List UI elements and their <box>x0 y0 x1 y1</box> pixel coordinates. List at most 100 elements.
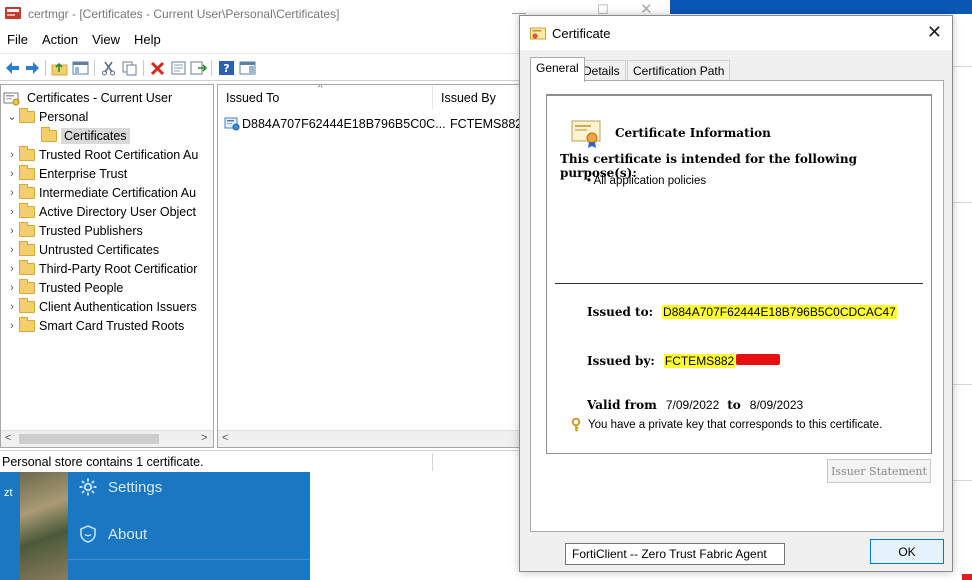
settings-label: Settings <box>108 478 163 496</box>
tree-root-label: Certificates - Current User <box>27 90 173 105</box>
tree-item-client-auth-issuers[interactable]: › Client Authentication Issuers <box>5 297 197 316</box>
tree-item-intermediate[interactable]: › Intermediate Certification Au <box>5 183 196 202</box>
tree-item-label: Certificates <box>61 127 130 144</box>
cell-issued-by: FCTEMS88210 <box>450 116 530 131</box>
chevron-right-icon[interactable]: › <box>5 187 19 199</box>
cut-icon[interactable] <box>100 60 117 76</box>
chevron-right-icon[interactable]: › <box>5 149 19 161</box>
issued-to-label: Issued to: <box>587 305 654 319</box>
forticlient-divider <box>68 559 310 560</box>
tree-item-label: Trusted Root Certification Au <box>39 147 199 162</box>
chevron-right-icon[interactable]: › <box>5 301 19 313</box>
taskbar-tooltip: FortiClient -- Zero Trust Fabric Agent <box>565 543 785 565</box>
table-row[interactable]: D884A707F62444E18B796B5C0C... FCTEMS8821… <box>218 114 530 133</box>
delete-icon[interactable] <box>149 60 166 76</box>
folder-icon <box>19 183 35 199</box>
folder-icon <box>19 221 35 237</box>
tree-item-label: Client Authentication Issuers <box>39 299 197 314</box>
dialog-close-button[interactable]: ✕ <box>927 22 942 43</box>
certificate-info-icon <box>571 120 601 148</box>
properties-icon[interactable] <box>170 60 187 76</box>
chevron-right-icon[interactable]: › <box>5 320 19 332</box>
tab-general[interactable]: General <box>530 57 585 82</box>
scroll-left-arrow-icon[interactable]: < <box>5 432 11 444</box>
folder-icon <box>19 164 35 180</box>
chevron-right-icon[interactable]: › <box>5 206 19 218</box>
tree-item-certificates[interactable]: Certificates <box>41 126 130 145</box>
certmgr-app-icon <box>5 7 21 19</box>
tree-item-enterprise-trust[interactable]: › Enterprise Trust <box>5 164 127 183</box>
certificate-dialog: Certificate ✕ General Details Certificat… <box>519 15 953 572</box>
chevron-right-icon[interactable]: › <box>5 225 19 237</box>
tab-certification-path[interactable]: Certification Path <box>627 60 731 81</box>
chevron-right-icon[interactable]: › <box>5 168 19 180</box>
tree-item-label: Untrusted Certificates <box>39 242 160 257</box>
tree-item-active-directory[interactable]: › Active Directory User Object <box>5 202 196 221</box>
menu-bar: File Action View Help <box>0 30 168 50</box>
gear-icon <box>78 477 98 497</box>
forticlient-nav-about[interactable]: About <box>78 524 147 544</box>
export-list-icon[interactable] <box>190 60 207 76</box>
certificate-info-box: Certificate Information This certificate… <box>546 94 932 454</box>
chevron-right-icon[interactable]: › <box>5 263 19 275</box>
chevron-right-icon[interactable]: › <box>5 282 19 294</box>
tree-item-trusted-publishers[interactable]: › Trusted Publishers <box>5 221 143 240</box>
ok-button[interactable]: OK <box>870 539 944 564</box>
tree-item-label: Enterprise Trust <box>39 166 128 181</box>
column-issued-to[interactable]: Issued To <box>226 91 279 105</box>
menu-action[interactable]: Action <box>35 30 85 50</box>
tree-pane: Certificates - Current User ⌄ Personal C… <box>0 84 214 448</box>
list-horizontal-scrollbar[interactable]: < <box>218 430 529 447</box>
chevron-right-icon[interactable]: › <box>5 244 19 256</box>
back-arrow-icon[interactable] <box>4 60 21 76</box>
avatar-text: zt <box>4 487 13 499</box>
menu-file[interactable]: File <box>0 30 35 50</box>
menu-help[interactable]: Help <box>127 30 168 50</box>
certmgr-window: certmgr - [Certificates - Current User\P… <box>0 0 530 472</box>
tree-item-smart-card-roots[interactable]: › Smart Card Trusted Roots <box>5 316 184 335</box>
tree-root[interactable]: Certificates - Current User <box>3 88 172 107</box>
scroll-left-arrow-icon[interactable]: < <box>222 432 228 444</box>
folder-icon <box>19 145 35 161</box>
forward-arrow-icon[interactable] <box>24 60 41 76</box>
certmgr-titlebar[interactable]: certmgr - [Certificates - Current User\P… <box>0 0 530 28</box>
scroll-right-arrow-icon[interactable]: > <box>201 432 207 444</box>
copy-icon[interactable] <box>121 60 138 76</box>
private-key-row: You have a private key that corresponds … <box>571 418 882 432</box>
menu-view[interactable]: View <box>85 30 127 50</box>
dialog-title: Certificate <box>552 26 611 41</box>
info-title: Certificate Information <box>615 126 771 140</box>
tree-horizontal-scrollbar[interactable]: < > <box>1 430 213 447</box>
divider <box>555 283 923 284</box>
show-hide-tree-icon[interactable] <box>72 60 89 76</box>
issued-by-label: Issued by: <box>587 354 655 368</box>
sort-ascending-icon: ^ <box>318 84 323 94</box>
dialog-titlebar[interactable]: Certificate ✕ <box>520 16 952 50</box>
about-label: About <box>108 525 148 543</box>
tree-item-trusted-root[interactable]: › Trusted Root Certification Au <box>5 145 198 164</box>
tree-item-personal[interactable]: ⌄ Personal <box>5 107 88 126</box>
show-action-pane-icon[interactable] <box>239 60 256 76</box>
issuer-statement-button[interactable]: Issuer Statement <box>827 459 931 483</box>
tree-item-untrusted[interactable]: › Untrusted Certificates <box>5 240 159 259</box>
tree-item-trusted-people[interactable]: › Trusted People <box>5 278 123 297</box>
folder-icon <box>19 316 35 332</box>
up-folder-icon[interactable] <box>51 60 68 76</box>
tree-item-third-party-root[interactable]: › Third-Party Root Certificatior <box>5 259 197 278</box>
tree-item-label: Trusted Publishers <box>39 223 143 238</box>
shield-icon <box>78 524 98 544</box>
folder-icon <box>19 278 35 294</box>
help-icon[interactable]: ? <box>218 60 235 76</box>
forticlient-nav-settings[interactable]: Settings <box>78 477 162 497</box>
scrollbar-thumb[interactable] <box>19 434 159 444</box>
tree-item-label: Active Directory User Object <box>39 204 196 219</box>
cell-issued-to: D884A707F62444E18B796B5C0C... <box>242 116 446 131</box>
chevron-down-icon[interactable]: ⌄ <box>5 110 19 123</box>
issued-to-row: Issued to: D884A707F62444E18B796B5C0CDCA… <box>587 305 897 319</box>
purpose-item: • All application policies <box>587 175 707 187</box>
issued-to-value: D884A707F62444E18B796B5C0CDCAC47 <box>662 305 897 319</box>
column-issued-by[interactable]: Issued By <box>441 91 496 105</box>
to-label: to <box>727 398 741 412</box>
status-bar: Personal store contains 1 certificate. <box>0 450 530 472</box>
tree-item-label: Third-Party Root Certificatior <box>39 261 198 276</box>
